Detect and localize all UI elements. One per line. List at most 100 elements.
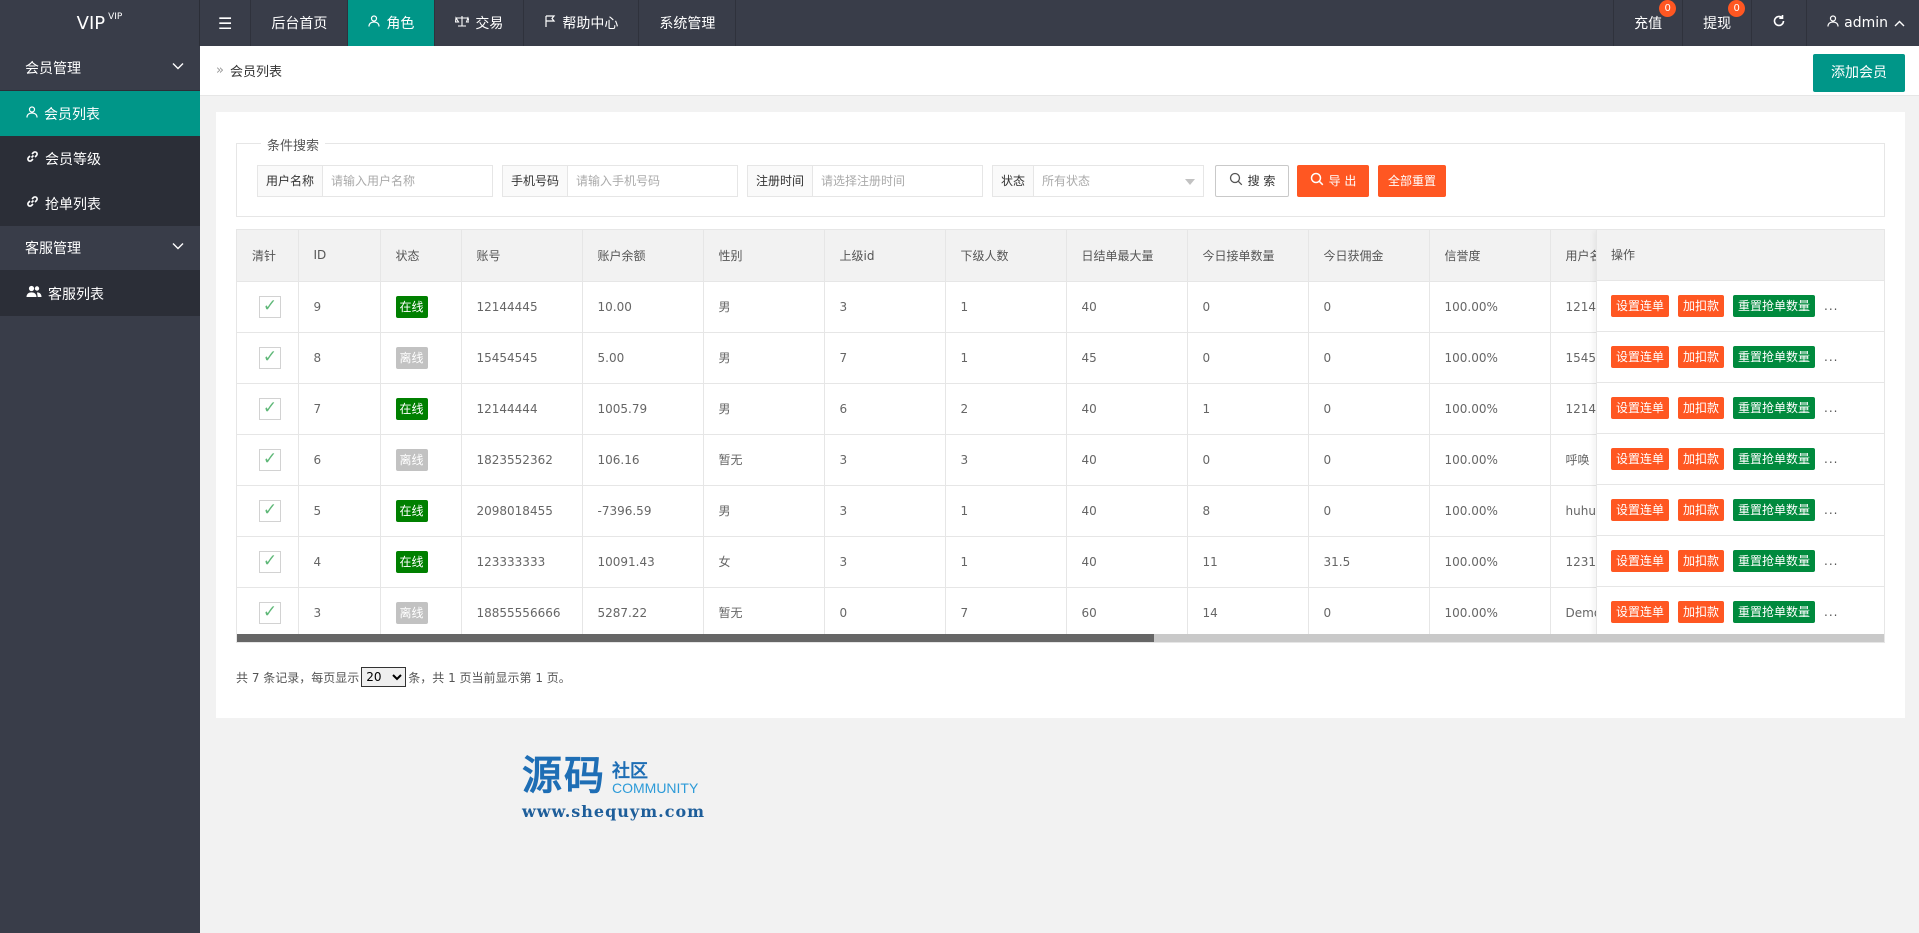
withdraw-badge: 0 (1728, 0, 1746, 17)
row-checkbox[interactable]: ✓ (259, 499, 281, 522)
link-icon (26, 150, 39, 167)
cell-id: 9 (298, 281, 381, 333)
add-member-button[interactable]: 添加会员 (1813, 54, 1905, 92)
reset-grab-count-button[interactable]: 重置抢单数量 (1733, 499, 1816, 521)
row-checkbox[interactable]: ✓ (259, 601, 281, 624)
set-linked-orders-button[interactable]: 设置连单 (1611, 499, 1670, 521)
sidebar-group-label: 客服管理 (25, 241, 81, 257)
users-icon (26, 285, 42, 302)
withdraw-link[interactable]: 提现 0 (1682, 0, 1751, 46)
col-header-today-commission[interactable]: 今日获佣金 (1308, 230, 1430, 282)
set-linked-orders-button[interactable]: 设置连单 (1611, 601, 1670, 623)
set-linked-orders-button[interactable]: 设置连单 (1611, 397, 1670, 419)
reset-grab-count-button[interactable]: 重置抢单数量 (1733, 448, 1816, 470)
col-header-today-orders[interactable]: 今日接单数量 (1187, 230, 1309, 282)
cell-balance: 10091.43 (582, 536, 704, 588)
cell-account: 18855556666 (461, 587, 583, 639)
row-checkbox[interactable]: ✓ (259, 346, 281, 369)
nav-item-trade[interactable]: 交易 (435, 0, 525, 46)
nav-item-system[interactable]: 系统管理 (639, 0, 737, 46)
status-field: 状态 所有状态 (992, 165, 1204, 197)
cell-id: 6 (298, 434, 381, 486)
col-header-credit[interactable]: 信誉度 (1429, 230, 1551, 282)
col-header-parent-id[interactable]: 上级id (824, 230, 946, 282)
more-actions-button[interactable]: ... (1824, 452, 1838, 466)
chevron-down-icon (172, 238, 184, 254)
sidebar-item-member-level[interactable]: 会员等级 (0, 136, 200, 181)
phone-input[interactable] (568, 166, 737, 196)
sidebar-group-service[interactable]: 客服管理 (0, 226, 200, 271)
regtime-input[interactable] (813, 166, 982, 196)
breadcrumb: » 会员列表 添加会员 (200, 46, 1919, 96)
logo[interactable]: VIP VIP (0, 0, 200, 46)
reset-grab-count-button[interactable]: 重置抢单数量 (1733, 601, 1816, 623)
search-button[interactable]: 搜 索 (1215, 165, 1289, 197)
set-linked-orders-button[interactable]: 设置连单 (1611, 550, 1670, 572)
more-actions-button[interactable]: ... (1824, 503, 1838, 517)
row-checkbox[interactable]: ✓ (259, 550, 281, 573)
reset-grab-count-button[interactable]: 重置抢单数量 (1733, 550, 1816, 572)
reset-grab-count-button[interactable]: 重置抢单数量 (1733, 397, 1816, 419)
status-badge: 在线 (395, 397, 428, 420)
cell-gender: 暂无 (703, 434, 825, 486)
check-icon: ✓ (262, 500, 278, 520)
adjust-funds-button[interactable]: 加扣款 (1678, 295, 1725, 317)
cell-gender: 男 (703, 332, 825, 384)
more-actions-button[interactable]: ... (1824, 605, 1838, 619)
row-checkbox[interactable]: ✓ (259, 295, 281, 318)
set-linked-orders-button[interactable]: 设置连单 (1611, 346, 1670, 368)
col-header-status[interactable]: 状态 (380, 230, 462, 282)
row-checkbox[interactable]: ✓ (259, 448, 281, 471)
status-select[interactable]: 所有状态 (1034, 166, 1203, 196)
export-button[interactable]: 导 出 (1297, 165, 1369, 197)
horizontal-scrollbar[interactable] (237, 634, 1884, 642)
username-input[interactable] (323, 166, 492, 196)
set-linked-orders-button[interactable]: 设置连单 (1611, 448, 1670, 470)
adjust-funds-button[interactable]: 加扣款 (1678, 601, 1725, 623)
recharge-link[interactable]: 充值 0 (1613, 0, 1682, 46)
more-actions-button[interactable]: ... (1824, 401, 1838, 415)
col-header-account[interactable]: 账号 (461, 230, 583, 282)
nav-item-role[interactable]: 角色 (348, 0, 436, 46)
watermark-small-text: 社区 (612, 760, 648, 782)
more-actions-button[interactable]: ... (1824, 299, 1838, 313)
scrollbar-thumb[interactable] (237, 634, 1154, 642)
check-icon: ✓ (262, 398, 278, 418)
sidebar-item-member-list[interactable]: 会员列表 (0, 91, 200, 136)
menu-toggle-button[interactable]: ☰ (200, 0, 252, 46)
col-header-clear[interactable]: 清针 (237, 230, 299, 282)
adjust-funds-button[interactable]: 加扣款 (1678, 346, 1725, 368)
page-size-select[interactable]: 102050100 (361, 667, 407, 687)
set-linked-orders-button[interactable]: 设置连单 (1611, 295, 1670, 317)
col-header-subordinates[interactable]: 下级人数 (945, 230, 1067, 282)
user-menu[interactable]: admin (1806, 0, 1919, 46)
refresh-button[interactable] (1751, 0, 1806, 46)
status-select-value: 所有状态 (1042, 174, 1091, 188)
nav-item-help[interactable]: 帮助中心 (524, 0, 640, 46)
reset-all-button[interactable]: 全部重置 (1378, 165, 1446, 197)
col-header-id[interactable]: ID (298, 230, 381, 282)
more-actions-button[interactable]: ... (1824, 554, 1838, 568)
sidebar-item-service-list[interactable]: 客服列表 (0, 271, 200, 316)
sidebar-item-grab-list[interactable]: 抢单列表 (0, 181, 200, 226)
col-header-daily-max[interactable]: 日结单最大量 (1066, 230, 1188, 282)
link-icon (26, 195, 39, 212)
nav-item-home[interactable]: 后台首页 (251, 0, 349, 46)
cell-today-commission: 0 (1308, 281, 1430, 333)
row-checkbox[interactable]: ✓ (259, 397, 281, 420)
table-row: ✓7在线121444441005.79男624010100.00%1214444… (237, 383, 1672, 435)
adjust-funds-button[interactable]: 加扣款 (1678, 499, 1725, 521)
adjust-funds-button[interactable]: 加扣款 (1678, 397, 1725, 419)
col-header-balance[interactable]: 账户余额 (582, 230, 704, 282)
sidebar-group-members[interactable]: 会员管理 (0, 46, 200, 91)
header-right: 充值 0 提现 0 admin (1613, 0, 1919, 46)
reset-grab-count-button[interactable]: 重置抢单数量 (1733, 346, 1816, 368)
sidebar-item-label: 客服列表 (48, 286, 104, 303)
more-actions-button[interactable]: ... (1824, 350, 1838, 364)
adjust-funds-button[interactable]: 加扣款 (1678, 550, 1725, 572)
cell-today-orders: 8 (1187, 485, 1309, 537)
adjust-funds-button[interactable]: 加扣款 (1678, 448, 1725, 470)
table-row: ✓ 3 离线 18855556666 5287.22 暂无 0 7 60 14 0 100.00% De… (237, 587, 1672, 639)
col-header-gender[interactable]: 性别 (703, 230, 825, 282)
reset-grab-count-button[interactable]: 重置抢单数量 (1733, 295, 1816, 317)
